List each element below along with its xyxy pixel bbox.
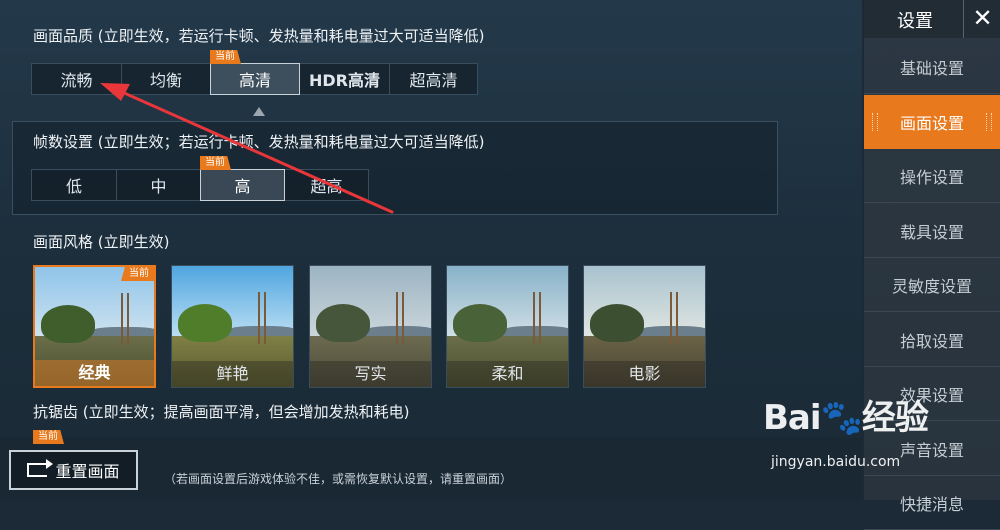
watermark-url: jingyan.baidu.com bbox=[771, 454, 901, 470]
style-card-soft[interactable]: 柔和 bbox=[446, 265, 569, 388]
quality-option-ultra[interactable]: 超高清 bbox=[389, 63, 478, 95]
sidebar-title: 设置 bbox=[897, 11, 933, 32]
style-card-cinematic[interactable]: 电影 bbox=[583, 265, 706, 388]
fps-option-ultra[interactable]: 超高 bbox=[284, 169, 369, 201]
style-card-label: 电影 bbox=[584, 361, 705, 387]
current-badge: 当前 bbox=[200, 156, 231, 170]
sidebar-item-basic[interactable]: 基础设置 bbox=[864, 40, 1000, 94]
quality-segmented-control: 流畅 均衡 当前 高清 HDR高清 超高清 bbox=[31, 50, 478, 95]
style-card-label: 柔和 bbox=[447, 361, 568, 387]
close-button[interactable]: ✕ bbox=[963, 0, 1000, 38]
baidu-jingyan-watermark: Bai🐾经验 jingyan.baidu.com bbox=[763, 390, 929, 470]
style-card-label: 经典 bbox=[35, 360, 154, 386]
quality-option-smooth[interactable]: 流畅 bbox=[31, 63, 122, 95]
style-card-realistic[interactable]: 写实 bbox=[309, 265, 432, 388]
sidebar-item-quick-messages[interactable]: 快捷消息 bbox=[864, 476, 1000, 530]
quality-option-balanced[interactable]: 均衡 bbox=[121, 63, 211, 95]
reset-hint-text: （若画面设置后游戏体验不佳，或需恢复默认设置，请重置画面） bbox=[164, 472, 513, 486]
reset-graphics-button[interactable]: 重置画面 bbox=[9, 450, 138, 490]
sidebar-item-vehicle[interactable]: 载具设置 bbox=[864, 204, 1000, 258]
fps-section-title: 帧数设置 (立即生效；若运行卡顿、发热量和耗电量过大可适当降低) bbox=[33, 133, 485, 151]
style-card-label: 写实 bbox=[310, 361, 431, 387]
fps-option-high[interactable]: 当前 高 bbox=[200, 156, 285, 201]
antialias-current-badge: 当前 bbox=[33, 424, 64, 444]
sidebar-item-graphics[interactable]: 画面设置 bbox=[864, 95, 1000, 149]
antialias-section-title: 抗锯齿 (立即生效；提高画面平滑，但会增加发热和耗电) bbox=[33, 403, 410, 421]
sidebar-item-pickup[interactable]: 拾取设置 bbox=[864, 313, 1000, 367]
fps-segmented-control: 低 中 当前 高 超高 bbox=[31, 156, 369, 201]
style-card-vivid[interactable]: 鲜艳 bbox=[171, 265, 294, 388]
fps-option-high-label: 高 bbox=[234, 177, 251, 196]
fps-option-low[interactable]: 低 bbox=[31, 169, 117, 201]
style-card-classic[interactable]: 当前 经典 bbox=[33, 265, 156, 388]
current-badge: 当前 bbox=[121, 267, 154, 281]
style-card-label: 鲜艳 bbox=[172, 361, 293, 387]
current-badge: 当前 bbox=[210, 50, 241, 64]
quality-option-hdr[interactable]: HDR高清 bbox=[299, 63, 390, 95]
baidu-logo: Bai🐾经验 bbox=[763, 398, 929, 438]
quality-option-hd[interactable]: 当前 高清 bbox=[210, 50, 300, 95]
caret-up-icon bbox=[253, 107, 265, 116]
reset-icon bbox=[27, 459, 54, 477]
fps-option-medium[interactable]: 中 bbox=[116, 169, 201, 201]
sidebar-item-sensitivity[interactable]: 灵敏度设置 bbox=[864, 258, 1000, 312]
quality-section-title: 画面品质 (立即生效，若运行卡顿、发热量和耗电量过大可适当降低) bbox=[33, 27, 485, 45]
sidebar-item-controls[interactable]: 操作设置 bbox=[864, 149, 1000, 203]
style-section-title: 画面风格 (立即生效) bbox=[33, 233, 170, 251]
reset-graphics-label: 重置画面 bbox=[55, 462, 120, 481]
quality-option-hd-label: 高清 bbox=[238, 71, 271, 90]
